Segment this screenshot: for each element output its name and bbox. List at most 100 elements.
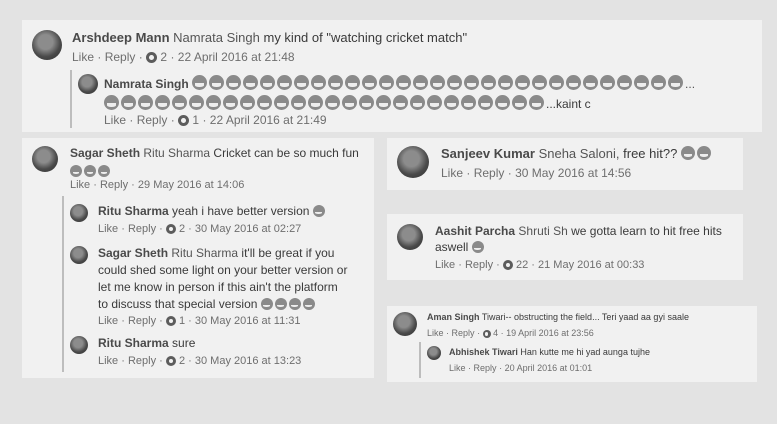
emoji-icon: [464, 75, 480, 90]
emoji-icon: [566, 75, 582, 90]
emoji-icon: [121, 95, 136, 110]
replies-count[interactable]: 2: [179, 355, 185, 367]
like-link[interactable]: Like: [72, 50, 94, 64]
reply-link[interactable]: Reply: [105, 50, 136, 64]
avatar[interactable]: [70, 336, 88, 354]
mentioned-user[interactable]: Sneha Saloni,: [539, 146, 620, 161]
emoji-icon: [84, 165, 96, 177]
emoji-icon: [583, 75, 599, 90]
timestamp[interactable]: 21 May 2016 at 00:33: [538, 259, 644, 271]
like-link[interactable]: Like: [98, 315, 118, 327]
mentioned-user[interactable]: Namrata Singh: [173, 30, 260, 45]
avatar[interactable]: [393, 312, 417, 336]
mentioned-user[interactable]: Ritu Sharma: [143, 146, 210, 160]
timestamp[interactable]: 22 April 2016 at 21:49: [210, 113, 327, 127]
reply-link[interactable]: Reply: [474, 363, 497, 373]
emoji-icon: [379, 75, 395, 90]
replies-count[interactable]: 1: [179, 315, 185, 327]
replies-icon: [165, 356, 176, 366]
reply-link[interactable]: Reply: [100, 179, 128, 191]
mentioned-user[interactable]: Shruti Sh: [518, 224, 567, 238]
comment-text: Tiwari-- obstructing the field... Teri y…: [481, 312, 689, 322]
mentioned-user[interactable]: Ritu Sharma: [171, 246, 238, 260]
like-link[interactable]: Like: [435, 259, 455, 271]
timestamp[interactable]: 19 April 2016 at 23:56: [506, 328, 594, 338]
reply-author[interactable]: Sagar Sheth: [98, 246, 168, 260]
replies-count[interactable]: 4: [493, 328, 498, 338]
reply-link[interactable]: Reply: [137, 113, 168, 127]
reply-indent-line: [70, 70, 72, 128]
avatar[interactable]: [397, 146, 429, 178]
avatar[interactable]: [70, 204, 88, 222]
emoji-icon: [427, 95, 442, 110]
reply-author[interactable]: Abhishek Tiwari: [449, 347, 518, 357]
timestamp[interactable]: 22 April 2016 at 21:48: [178, 50, 295, 64]
emoji-icon: [549, 75, 565, 90]
avatar[interactable]: [78, 74, 98, 94]
reply-link[interactable]: Reply: [128, 355, 156, 367]
replies-count[interactable]: 22: [516, 259, 528, 271]
emoji-icon: [498, 75, 514, 90]
replies-count[interactable]: 2: [160, 50, 167, 64]
replies-count[interactable]: 1: [192, 113, 199, 127]
replies-icon: [165, 316, 176, 326]
comment-author[interactable]: Sanjeev Kumar: [441, 146, 535, 161]
reply-author[interactable]: Ritu Sharma: [98, 204, 169, 218]
emoji-icon: [481, 75, 497, 90]
comment-author[interactable]: Aman Singh: [427, 312, 480, 322]
reply-author[interactable]: Namrata Singh: [104, 77, 189, 91]
emoji-icon: [226, 75, 242, 90]
reply-author[interactable]: Ritu Sharma: [98, 336, 169, 350]
avatar[interactable]: [70, 246, 88, 264]
timestamp[interactable]: 30 May 2016 at 11:31: [195, 315, 301, 327]
emoji-icon: [288, 298, 301, 310]
emoji-icon: [138, 95, 153, 110]
like-link[interactable]: Like: [449, 363, 466, 373]
like-link[interactable]: Like: [427, 328, 444, 338]
emoji-icon: [243, 75, 259, 90]
emoji-icon: [206, 95, 221, 110]
timestamp[interactable]: 30 May 2016 at 13:23: [195, 355, 301, 367]
comment-text: my kind of "watching cricket match": [263, 30, 468, 45]
emoji-icon: [98, 165, 110, 177]
reply-text: yeah i have better version: [172, 204, 310, 218]
avatar[interactable]: [397, 224, 423, 250]
emoji-icon: [277, 75, 293, 90]
comment-author[interactable]: Arshdeep Mann: [72, 30, 170, 45]
emoji-icon: [444, 95, 459, 110]
like-link[interactable]: Like: [70, 179, 90, 191]
emoji-icon: [291, 95, 306, 110]
emoji-row: [192, 75, 685, 91]
replies-count[interactable]: 2: [179, 223, 185, 235]
emoji-icon: [172, 95, 187, 110]
emoji-icon: [680, 146, 695, 160]
comment-author[interactable]: Aashit Parcha: [435, 224, 515, 238]
avatar[interactable]: [32, 146, 58, 172]
emoji-icon: [393, 95, 408, 110]
reply-link[interactable]: Reply: [465, 259, 493, 271]
comment-author[interactable]: Sagar Sheth: [70, 146, 140, 160]
like-link[interactable]: Like: [441, 166, 463, 180]
like-link[interactable]: Like: [104, 113, 126, 127]
reply-link[interactable]: Reply: [128, 223, 156, 235]
emoji-icon: [345, 75, 361, 90]
replies-icon: [165, 224, 176, 234]
like-link[interactable]: Like: [98, 223, 118, 235]
timestamp[interactable]: 30 May 2016 at 02:27: [195, 223, 301, 235]
reply-text: could shed some light on your better ver…: [98, 263, 348, 277]
emoji-icon: [342, 95, 357, 110]
reply-text: ...kaint c: [546, 97, 591, 111]
timestamp[interactable]: 29 May 2016 at 14:06: [138, 179, 244, 191]
reply-link[interactable]: Reply: [128, 315, 156, 327]
timestamp[interactable]: 20 April 2016 at 01:01: [505, 363, 593, 373]
timestamp[interactable]: 30 May 2016 at 14:56: [515, 166, 631, 180]
avatar[interactable]: [32, 30, 62, 60]
reply-link[interactable]: Reply: [452, 328, 475, 338]
like-link[interactable]: Like: [98, 355, 118, 367]
avatar[interactable]: [427, 346, 441, 360]
emoji-icon: [430, 75, 446, 90]
emoji-icon: [447, 75, 463, 90]
emoji-icon: [70, 165, 82, 177]
reply-link[interactable]: Reply: [474, 166, 505, 180]
emoji-icon: [274, 298, 287, 310]
